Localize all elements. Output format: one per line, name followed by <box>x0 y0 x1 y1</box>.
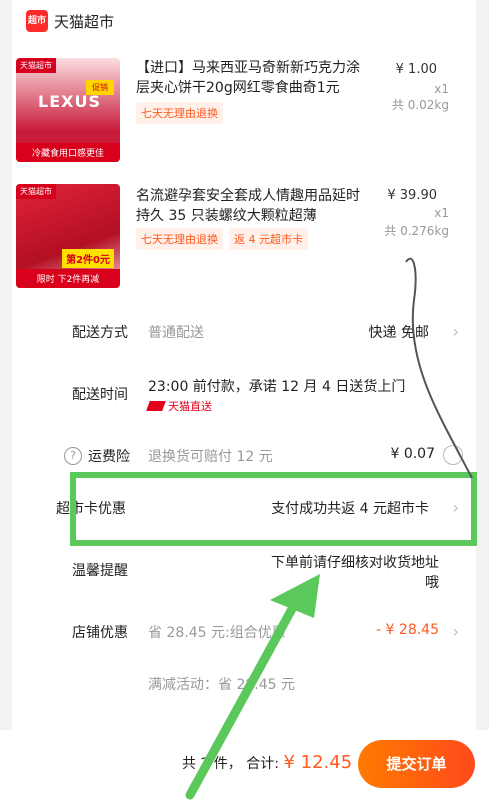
total-amount: ¥ 12.45 <box>283 752 353 773</box>
shipping-insurance-row[interactable]: 运费险 退换货可赔付 12 元 ¥ 0.07 <box>0 446 489 472</box>
delivery-time-row: 配送时间 23:00 前付款，承诺 12 月 4 日送货上门 <box>0 379 489 410</box>
order-total: 共 2 件， 合计: ¥ 12.45 <box>182 752 352 773</box>
total-label: 合计: <box>246 756 279 772</box>
reminder-label: 温馨提醒 <box>72 563 128 579</box>
shop-promo-row[interactable]: 店铺优惠 省 28.45 元:组合优惠 - ¥ 28.45 › <box>0 622 489 648</box>
tmall-ship-icon <box>146 401 166 411</box>
thumb-deal-badge: 第2件0元 <box>62 249 114 268</box>
insurance-desc: 退换货可赔付 12 元 <box>148 449 273 465</box>
shop-promo-desc: 省 28.45 元:组合优惠 <box>148 625 286 641</box>
thumb-footer: 限时 下2件再减 <box>16 269 120 288</box>
reminder-line1: 下单前请仔细核对收货地址 <box>271 555 439 571</box>
tmall-direct-badge: 天猫直送 <box>146 398 212 414</box>
thumb-tag: 天猫超市 <box>16 58 56 73</box>
store-header: 超市 天猫超市 <box>26 10 114 32</box>
insurance-price: ¥ 0.07 <box>390 446 435 462</box>
delivery-time-value: 23:00 前付款，承诺 12 月 4 日送货上门 <box>148 379 406 395</box>
thumb-footer: 冷藏食用口感更佳 <box>16 143 120 162</box>
submit-order-button[interactable]: 提交订单 <box>358 740 475 788</box>
delivery-method-label: 配送方式 <box>72 325 128 341</box>
product-quantity: x1 <box>434 206 449 220</box>
card-rebate-tag: 返 4 元超市卡 <box>229 228 308 250</box>
return-policy-tag: 七天无理由退换 <box>136 228 223 250</box>
delivery-fee-text: 快递 免邮 <box>368 325 429 341</box>
card-promo-row[interactable]: 超市卡优惠 支付成功共返 4 元超市卡 › <box>0 498 489 524</box>
checkout-bar: 共 2 件， 合计: ¥ 12.45 提交订单 <box>0 730 489 800</box>
insurance-toggle-radio[interactable] <box>443 445 463 465</box>
delivery-method-row[interactable]: 配送方式 普通配送 快递 免邮 › <box>0 322 489 348</box>
thumb-sale-badge: 促销 <box>86 80 114 95</box>
shop-promo-amount: - ¥ 28.45 <box>376 622 439 638</box>
product-title[interactable]: 名流避孕套安全套成人情趣用品延时持久 35 只装螺纹大颗粒超薄 <box>136 186 366 226</box>
reminder-line2: 哦 <box>425 575 439 591</box>
product-price: ¥ 1.00 <box>395 62 437 77</box>
thumb-tag: 天猫超市 <box>16 184 56 199</box>
card-promo-label: 超市卡优惠 <box>56 501 126 517</box>
product-quantity: x1 <box>434 82 449 96</box>
product-thumbnail[interactable]: 天猫超市 第2件0元 限时 下2件再减 <box>16 184 120 288</box>
item-count: 共 2 件， <box>182 756 242 772</box>
discount-desc: 满减活动：省 28.45 元 <box>148 677 295 693</box>
product-weight: 共 0.276kg <box>384 224 449 238</box>
delivery-time-label: 配送时间 <box>72 387 128 403</box>
tmall-direct-label: 天猫直送 <box>168 400 212 413</box>
store-name: 天猫超市 <box>54 12 115 31</box>
chevron-right-icon: › <box>452 622 459 641</box>
chevron-right-icon: › <box>452 498 459 517</box>
product-price: ¥ 39.90 <box>387 188 437 203</box>
reminder-row: 温馨提醒 下单前请仔细核对收货地址 哦 <box>0 552 489 592</box>
product-title[interactable]: 【进口】马来西亚马奇新新巧克力涂层夹心饼干20g网红零食曲奇1元 <box>136 58 366 98</box>
delivery-method-value: 普通配送 <box>148 325 204 341</box>
card-promo-text: 支付成功共返 4 元超市卡 <box>271 501 429 517</box>
chevron-right-icon: › <box>452 322 459 341</box>
product-thumbnail[interactable]: 天猫超市 LEXUS 促销 冷藏食用口感更佳 <box>16 58 120 162</box>
return-policy-tag: 七天无理由退换 <box>136 102 223 124</box>
insurance-label: 运费险 <box>88 449 130 465</box>
product-weight: 共 0.02kg <box>391 98 449 112</box>
discount-row: 满减活动：省 28.45 元 <box>0 674 489 700</box>
store-logo: 超市 <box>26 10 48 32</box>
shop-promo-label: 店铺优惠 <box>72 625 128 641</box>
